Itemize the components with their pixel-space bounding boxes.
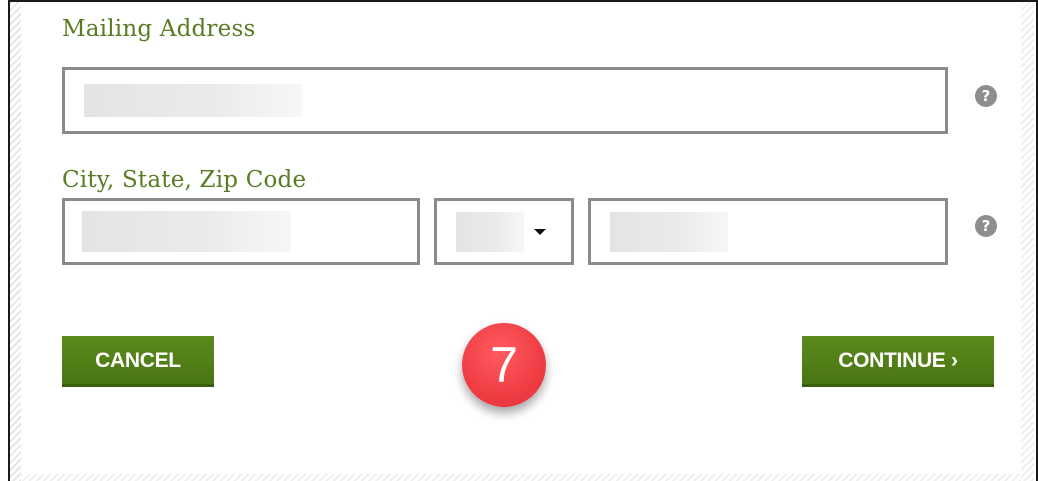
redacted-value <box>610 212 728 252</box>
zip-code-input[interactable] <box>588 198 948 265</box>
state-select[interactable] <box>434 198 574 265</box>
redacted-value <box>82 211 291 252</box>
redacted-value <box>456 212 524 252</box>
cancel-button[interactable]: CANCEL <box>62 336 214 387</box>
caret-down-icon <box>534 229 546 235</box>
redacted-value <box>84 84 302 117</box>
mailing-address-help-icon[interactable]: ? <box>975 85 997 107</box>
city-state-zip-label: City, State, Zip Code <box>62 167 307 193</box>
mailing-address-label: Mailing Address <box>62 16 256 42</box>
right-decorative-border <box>1021 2 1034 481</box>
mailing-address-input[interactable] <box>62 67 948 134</box>
left-decorative-border <box>10 2 21 481</box>
bottom-decorative-border <box>21 474 1021 481</box>
city-input[interactable] <box>62 198 420 265</box>
continue-button[interactable]: CONTINUE › <box>802 336 994 387</box>
step-number-badge: 7 <box>462 323 546 407</box>
city-state-zip-help-icon[interactable]: ? <box>975 215 997 237</box>
